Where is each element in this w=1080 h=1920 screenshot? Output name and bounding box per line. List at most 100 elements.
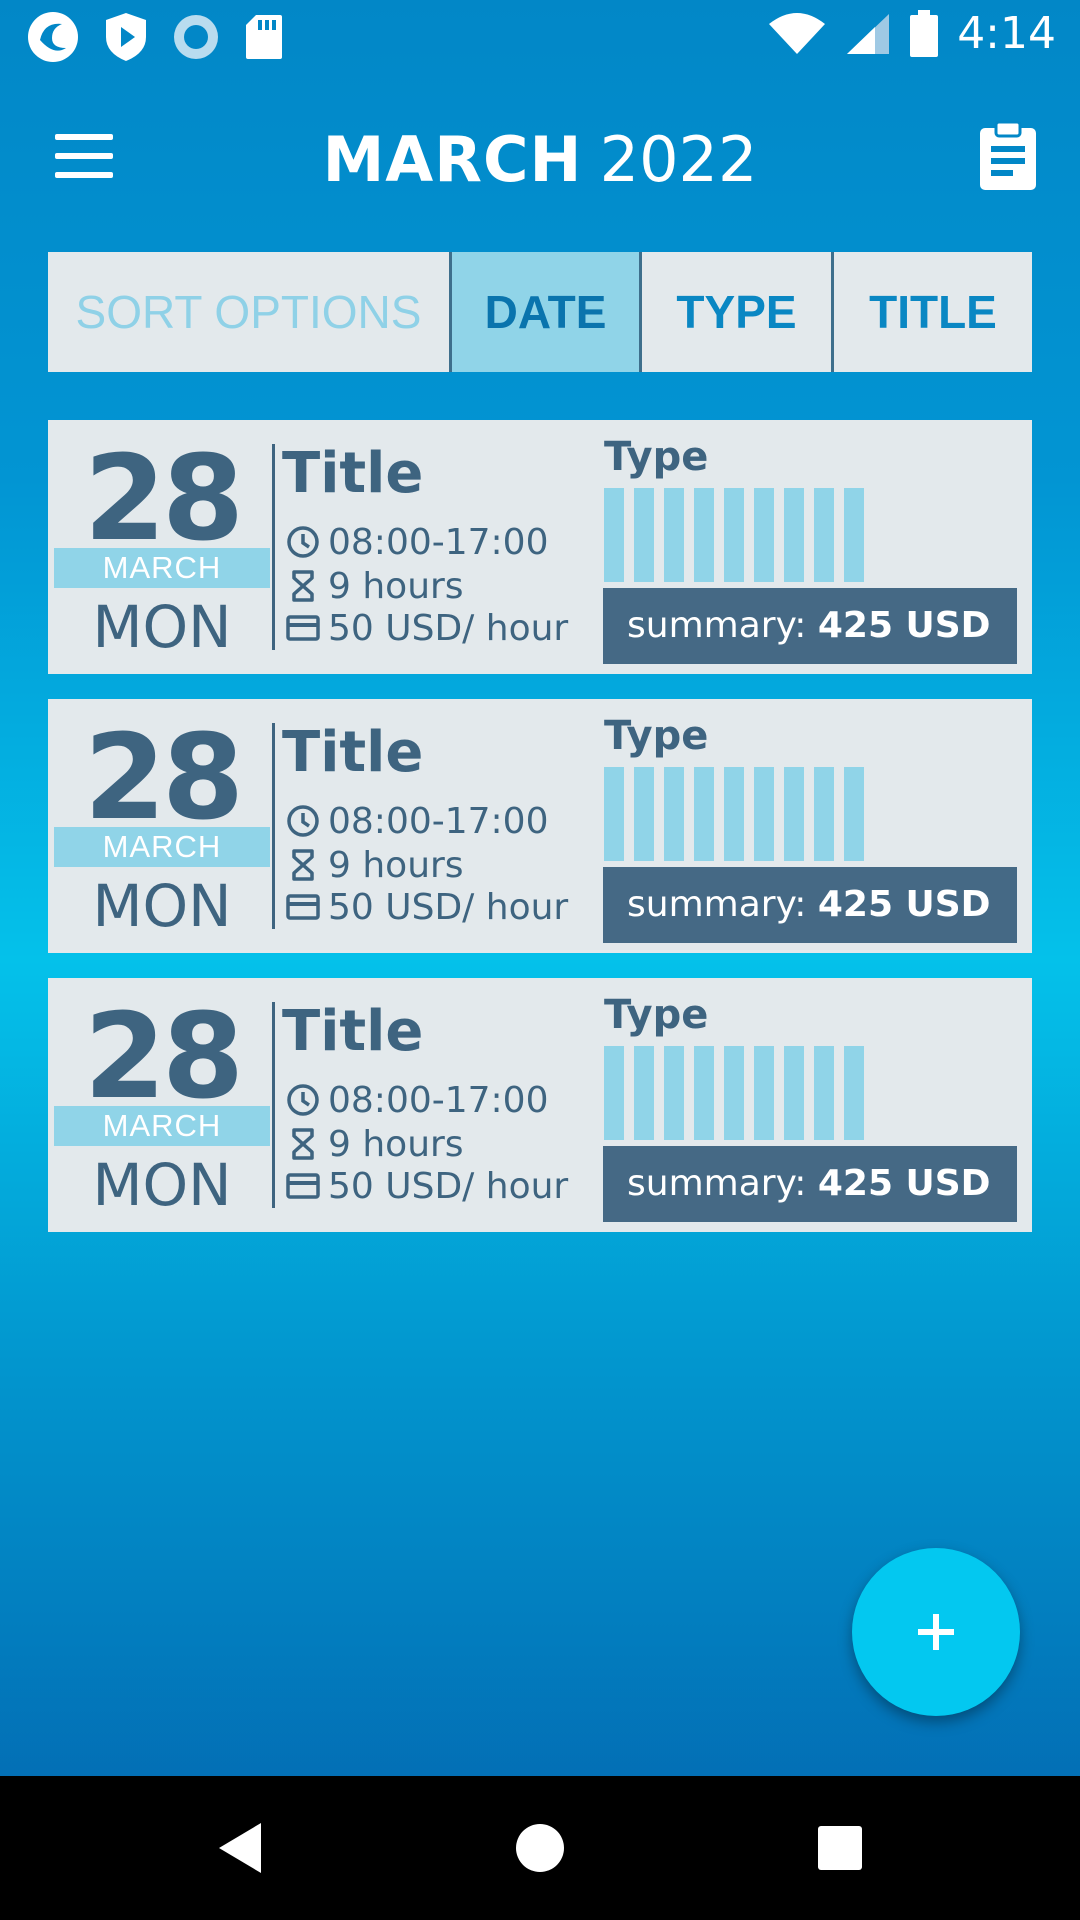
entry-title: Title xyxy=(282,999,424,1064)
type-bar xyxy=(784,767,804,861)
entry-day: 28 xyxy=(83,708,244,846)
app-logo-icon xyxy=(28,12,78,62)
type-bar xyxy=(814,767,834,861)
sort-option-type[interactable]: TYPE xyxy=(642,252,834,372)
type-bar xyxy=(844,767,864,861)
card-divider xyxy=(272,1002,275,1208)
entry-rate-row: 50 USD/ hour xyxy=(286,1165,569,1207)
summary-box: summary: 425 USD xyxy=(603,588,1017,664)
type-bar xyxy=(664,1046,684,1140)
signal-icon xyxy=(847,13,890,54)
summary-prefix: summary: xyxy=(627,1163,807,1204)
entry-duration-row: 9 hours xyxy=(286,565,464,607)
type-bar xyxy=(784,1046,804,1140)
entry-duration-row: 9 hours xyxy=(286,844,464,886)
type-bar xyxy=(844,1046,864,1140)
hourglass-icon xyxy=(292,570,314,602)
entry-month: MARCH xyxy=(54,548,270,588)
entry-month: MARCH xyxy=(54,827,270,867)
sort-options-label: SORT OPTIONS xyxy=(48,252,452,372)
recents-square-icon xyxy=(818,1826,862,1870)
type-bar xyxy=(814,1046,834,1140)
summary-value: 425 USD xyxy=(817,605,991,646)
entry-weekday: MON xyxy=(92,1151,232,1219)
entry-rate: 50 USD/ hour xyxy=(328,1165,569,1207)
clock-icon xyxy=(287,526,319,558)
entry-day: 28 xyxy=(83,987,244,1125)
entry-time-row: 08:00-17:00 xyxy=(286,521,549,563)
entry-rate-row: 50 USD/ hour xyxy=(286,607,569,649)
nav-back-button[interactable] xyxy=(180,1776,300,1920)
entry-type-label: Type xyxy=(604,434,709,480)
entry-title: Title xyxy=(282,720,424,785)
app-header: MARCH 2022 xyxy=(0,110,1080,200)
entry-card[interactable]: 28 MARCH MON Title 08:00-17:00 9 hours 5… xyxy=(48,978,1032,1232)
entry-time-row: 08:00-17:00 xyxy=(286,800,549,842)
entry-day: 28 xyxy=(83,429,244,567)
entry-rate-row: 50 USD/ hour xyxy=(286,886,569,928)
entry-duration: 9 hours xyxy=(328,1123,464,1165)
entry-rate: 50 USD/ hour xyxy=(328,886,569,928)
sd-card-icon xyxy=(246,15,282,59)
type-bar xyxy=(754,767,774,861)
entry-duration: 9 hours xyxy=(328,565,464,607)
type-bar xyxy=(724,1046,744,1140)
battery-icon xyxy=(910,9,939,57)
entry-duration-row: 9 hours xyxy=(286,1123,464,1165)
title-month: MARCH xyxy=(322,123,583,196)
credit-card-icon xyxy=(286,615,320,641)
hourglass-icon xyxy=(292,849,314,881)
summary-prefix: summary: xyxy=(627,884,807,925)
type-bar xyxy=(814,488,834,582)
entry-time: 08:00-17:00 xyxy=(328,1079,549,1121)
nav-recents-button[interactable] xyxy=(780,1776,900,1920)
nav-home-button[interactable] xyxy=(480,1776,600,1920)
type-bar xyxy=(754,488,774,582)
type-bar xyxy=(634,1046,654,1140)
entry-card[interactable]: 28 MARCH MON Title 08:00-17:00 9 hours 5… xyxy=(48,420,1032,674)
type-bar xyxy=(664,488,684,582)
entry-duration: 9 hours xyxy=(328,844,464,886)
summary-box: summary: 425 USD xyxy=(603,1146,1017,1222)
status-bar: 4:14 xyxy=(0,0,1080,72)
clock-icon xyxy=(287,805,319,837)
sort-bar: SORT OPTIONS DATE TYPE TITLE xyxy=(48,252,1032,372)
type-bar xyxy=(604,488,624,582)
wifi-icon xyxy=(769,12,826,54)
type-bar xyxy=(634,767,654,861)
entry-card[interactable]: 28 MARCH MON Title 08:00-17:00 9 hours 5… xyxy=(48,699,1032,953)
clock-icon xyxy=(287,1084,319,1116)
type-bar xyxy=(754,1046,774,1140)
entry-time: 08:00-17:00 xyxy=(328,800,549,842)
play-shield-icon xyxy=(106,13,146,61)
entry-weekday: MON xyxy=(92,593,232,661)
entry-title: Title xyxy=(282,441,424,506)
entry-rate: 50 USD/ hour xyxy=(328,607,569,649)
type-bar xyxy=(604,1046,624,1140)
type-bar xyxy=(724,488,744,582)
page-title: MARCH 2022 xyxy=(0,120,1080,201)
entry-time: 08:00-17:00 xyxy=(328,521,549,563)
status-time: 4:14 xyxy=(957,8,1056,59)
type-bar xyxy=(664,767,684,861)
entry-time-row: 08:00-17:00 xyxy=(286,1079,549,1121)
entry-month: MARCH xyxy=(54,1106,270,1146)
type-bar xyxy=(694,488,714,582)
home-circle-icon xyxy=(516,1824,564,1872)
back-triangle-icon xyxy=(219,1823,261,1873)
type-bars xyxy=(604,1046,864,1140)
hourglass-icon xyxy=(292,1128,314,1160)
plus-icon xyxy=(918,1614,954,1650)
type-bars xyxy=(604,767,864,861)
type-bar xyxy=(694,1046,714,1140)
type-bar xyxy=(784,488,804,582)
sort-option-date[interactable]: DATE xyxy=(452,252,642,372)
system-nav-bar xyxy=(0,1776,1080,1920)
sort-option-title[interactable]: TITLE xyxy=(834,252,1032,372)
add-entry-button[interactable] xyxy=(852,1548,1020,1716)
summary-box: summary: 425 USD xyxy=(603,867,1017,943)
card-divider xyxy=(272,444,275,650)
summary-prefix: summary: xyxy=(627,605,807,646)
summary-value: 425 USD xyxy=(817,884,991,925)
clipboard-icon[interactable] xyxy=(978,120,1038,192)
